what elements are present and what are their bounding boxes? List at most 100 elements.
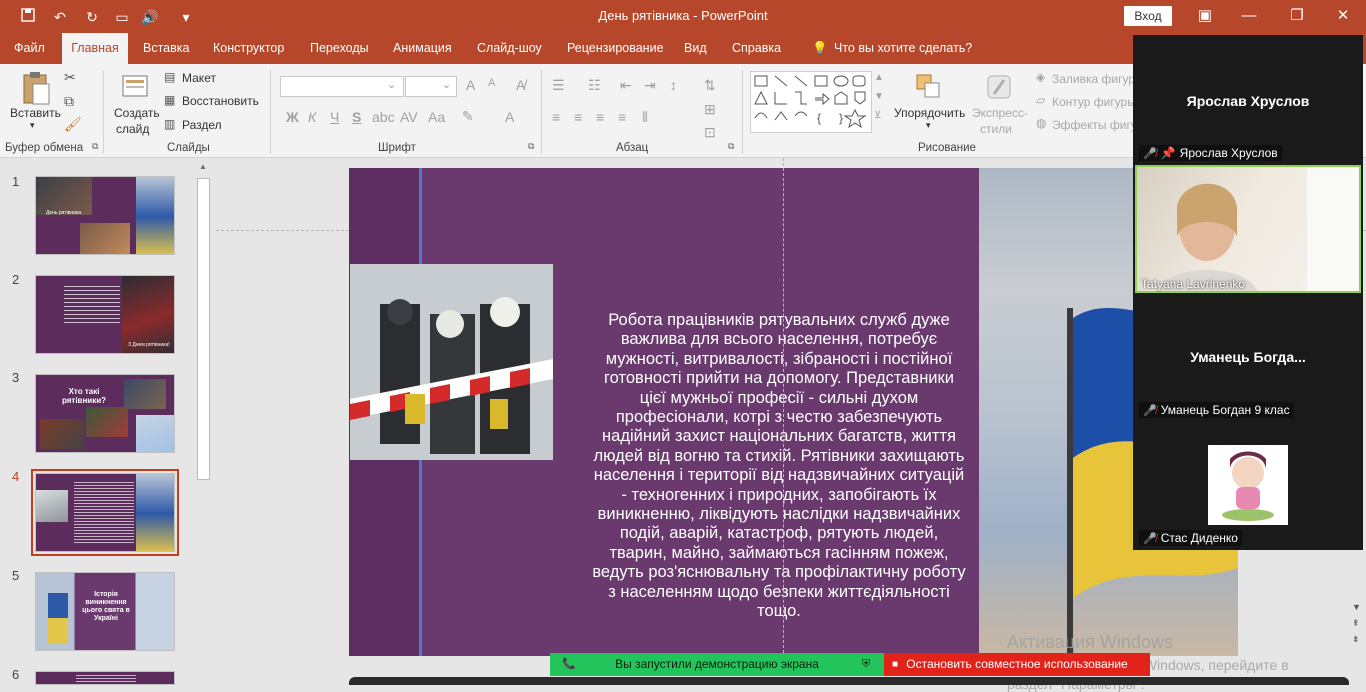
bullets-icon[interactable]: ☰ — [552, 77, 565, 94]
arrange-dropdown-icon[interactable]: ▾ — [926, 120, 931, 131]
tab-slideshow[interactable]: Слайд-шоу — [469, 33, 550, 64]
current-slide[interactable]: Робота працівників рятувальних служб дуж… — [349, 168, 1238, 656]
prev-slide-icon[interactable]: ⇞ — [1352, 618, 1360, 629]
justify-icon[interactable]: ≡ — [618, 109, 626, 125]
underline-button[interactable]: Ч — [330, 109, 339, 125]
slide-thumbnail-3[interactable]: Хто такі рятівники? — [35, 374, 175, 453]
scroll-down-icon[interactable]: ▼ — [1352, 602, 1361, 612]
highlight-icon[interactable]: ✎ — [462, 108, 474, 125]
tab-design[interactable]: Конструктор — [205, 33, 292, 64]
paste-button[interactable]: Вставить — [10, 106, 61, 120]
tab-transitions[interactable]: Переходы — [302, 33, 377, 64]
edit-area-scrollbar[interactable]: ▼ ⇞ ⇟ — [1350, 600, 1364, 650]
change-case-icon[interactable]: Aa — [428, 109, 445, 125]
cut-icon[interactable]: ✂ — [64, 69, 76, 86]
align-right-icon[interactable]: ≡ — [596, 109, 604, 125]
shapes-gallery[interactable]: { } — [750, 71, 872, 133]
align-left-icon[interactable]: ≡ — [552, 109, 560, 125]
tab-animations[interactable]: Анимация — [385, 33, 460, 64]
section-icon[interactable]: ▥ — [164, 117, 175, 131]
scroll-up-icon[interactable]: ▲ — [199, 162, 207, 171]
decrease-font-icon[interactable]: A — [488, 77, 495, 89]
new-slide-icon[interactable] — [120, 70, 150, 102]
ribbon-display-icon[interactable]: ▣ — [1194, 5, 1216, 27]
zoom-toolbar[interactable] — [349, 677, 1349, 685]
slide-thumbnail-1[interactable]: День рятівника — [35, 176, 175, 255]
firefighters-photo[interactable] — [350, 264, 553, 460]
clear-format-icon[interactable]: A̸ — [516, 77, 525, 93]
shape-effects-icon[interactable]: ◍ — [1036, 116, 1046, 130]
align-text-icon[interactable]: ⊞ — [704, 101, 716, 118]
scrollbar-thumb[interactable] — [197, 178, 210, 480]
tab-insert[interactable]: Вставка — [135, 33, 197, 64]
char-spacing-icon[interactable]: AV — [400, 109, 418, 125]
new-slide-button[interactable]: Создать — [114, 106, 160, 120]
slide-body-text[interactable]: Робота працівників рятувальних служб дуж… — [589, 311, 969, 622]
tab-review[interactable]: Рецензирование — [559, 33, 672, 64]
columns-icon[interactable]: ⫴ — [642, 109, 648, 126]
participant-video[interactable]: Tatyana Lavrinenko — [1135, 165, 1361, 293]
quick-styles-button-line2[interactable]: стили — [980, 122, 1012, 136]
section-button[interactable]: Раздел — [182, 118, 222, 132]
reset-icon[interactable]: ▦ — [164, 93, 175, 107]
slide-thumbnail-4[interactable] — [31, 469, 179, 556]
shape-effects-button[interactable]: Эффекты фигу — [1052, 118, 1137, 132]
gallery-down-icon[interactable]: ▼ — [874, 91, 884, 102]
tab-file[interactable]: Файл — [6, 33, 53, 64]
close-icon[interactable]: ✕ — [1332, 5, 1354, 27]
paste-icon[interactable] — [20, 70, 52, 106]
layout-icon[interactable]: ▤ — [164, 70, 175, 84]
quick-styles-icon[interactable] — [984, 72, 1014, 102]
strikethrough-icon[interactable]: abc — [372, 109, 395, 125]
shape-fill-icon[interactable]: ◈ — [1036, 70, 1045, 84]
minimize-icon[interactable]: — — [1238, 5, 1260, 27]
new-slide-button-line2[interactable]: слайд — [116, 122, 149, 136]
sign-in-button[interactable]: Вход — [1124, 6, 1172, 26]
arrange-icon[interactable] — [914, 72, 944, 102]
shadow-button[interactable]: S — [352, 109, 361, 125]
increase-indent-icon[interactable]: ⇥ — [644, 77, 656, 94]
quick-styles-button[interactable]: Экспресс- — [972, 106, 1028, 120]
restore-icon[interactable]: ❐ — [1286, 5, 1308, 27]
gallery-more-icon[interactable]: ⊻ — [874, 110, 881, 121]
thumbnail-number: 5 — [12, 568, 20, 583]
font-name-combobox[interactable] — [280, 76, 404, 97]
shape-outline-button[interactable]: Контур фигуры — [1052, 95, 1136, 109]
tab-home[interactable]: Главная — [62, 33, 128, 64]
stop-share-button[interactable]: ■ Остановить совместное использование — [884, 653, 1150, 676]
paragraph-launcher-icon[interactable]: ⧉ — [728, 141, 734, 152]
italic-button[interactable]: К — [308, 109, 316, 125]
phone-icon: 📞 — [562, 658, 576, 670]
font-color-icon[interactable]: A — [505, 109, 514, 125]
line-spacing-icon[interactable]: ↕ — [670, 77, 677, 93]
copy-icon[interactable]: ⧉ — [64, 93, 74, 110]
layout-button[interactable]: Макет — [182, 71, 216, 85]
slide-thumbnail-2[interactable]: З Днем рятівника! — [35, 275, 175, 354]
gallery-up-icon[interactable]: ▲ — [874, 72, 884, 83]
chevron-down-icon[interactable]: ⌄ — [387, 78, 396, 91]
tab-view[interactable]: Вид — [676, 33, 715, 64]
text-direction-icon[interactable]: ⇅ — [704, 77, 716, 94]
font-launcher-icon[interactable]: ⧉ — [528, 141, 534, 152]
arrange-button[interactable]: Упорядочить — [894, 106, 965, 120]
format-painter-icon[interactable]: 🖌 — [64, 116, 82, 133]
slide-thumbnail-5[interactable]: Історія виникнення цього свята в Україні — [35, 572, 175, 651]
shape-fill-button[interactable]: Заливка фигур — [1052, 72, 1135, 86]
align-center-icon[interactable]: ≡ — [574, 109, 582, 125]
decrease-indent-icon[interactable]: ⇤ — [620, 77, 632, 94]
thumbnail-scrollbar[interactable]: ▲ — [196, 160, 211, 685]
shape-outline-icon[interactable]: ▱ — [1036, 93, 1045, 107]
separator — [742, 70, 743, 154]
paste-dropdown-icon[interactable]: ▾ — [30, 120, 35, 131]
increase-font-icon[interactable]: A — [466, 77, 475, 93]
next-slide-icon[interactable]: ⇟ — [1352, 634, 1360, 645]
slide-thumbnail-6[interactable] — [35, 671, 175, 685]
chevron-down-icon[interactable]: ⌄ — [442, 78, 451, 91]
tell-me-search[interactable]: Что вы хотите сделать? — [826, 33, 980, 64]
tab-help[interactable]: Справка — [724, 33, 789, 64]
smartart-icon[interactable]: ⊡ — [704, 124, 716, 141]
numbering-icon[interactable]: ☷ — [588, 77, 601, 94]
bold-button[interactable]: Ж — [286, 109, 299, 125]
reset-button[interactable]: Восстановить — [182, 94, 259, 108]
clipboard-launcher-icon[interactable]: ⧉ — [92, 141, 98, 152]
